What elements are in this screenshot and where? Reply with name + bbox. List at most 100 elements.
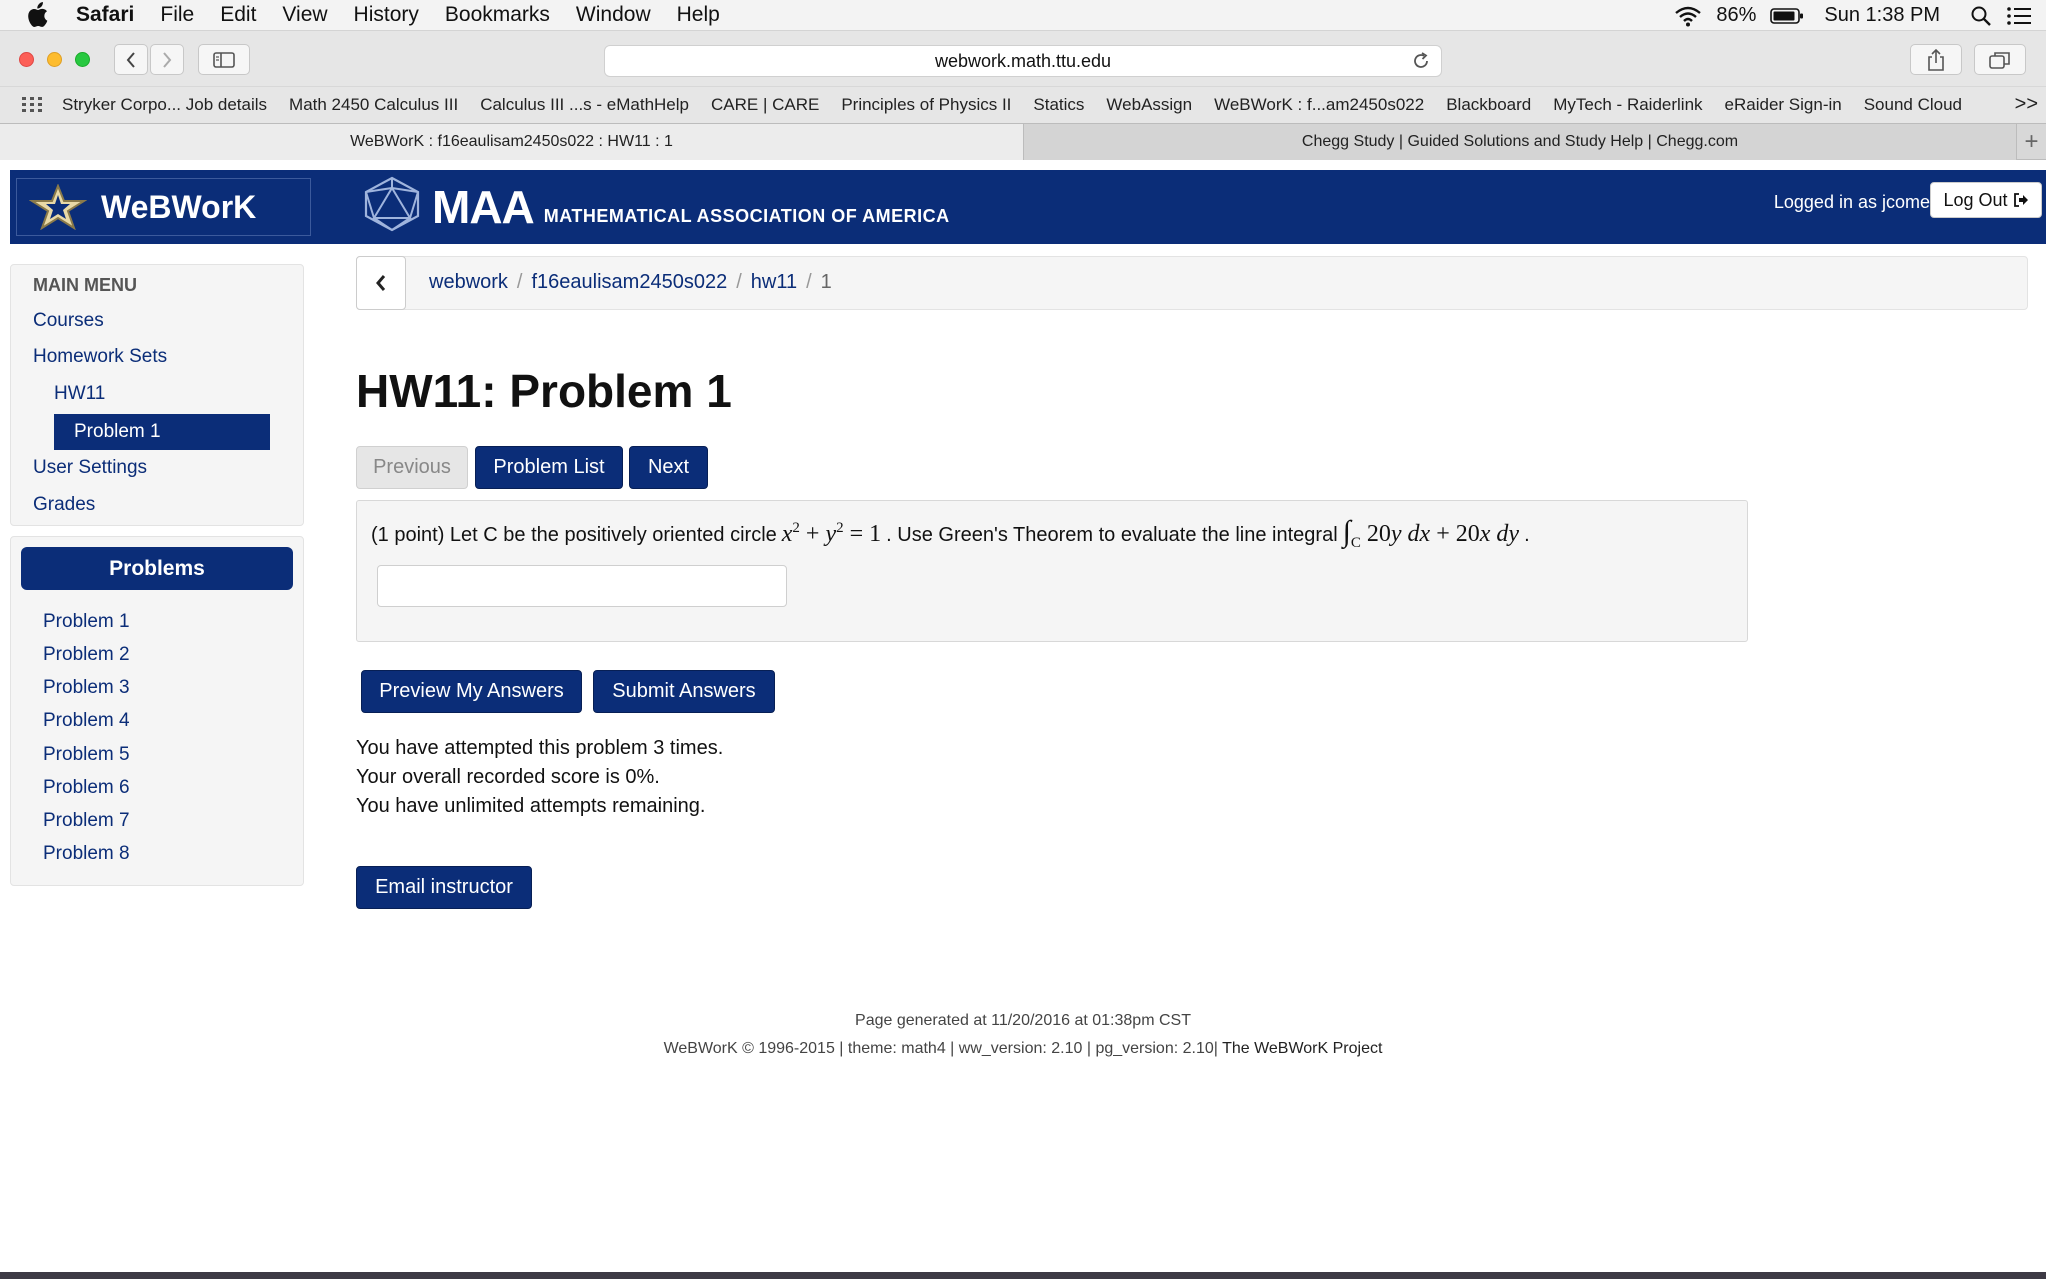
back-button[interactable]: [114, 44, 148, 75]
breadcrumb-separator: /: [806, 271, 812, 293]
webwork-logo-text: WeBWorK: [101, 188, 257, 225]
menu-window[interactable]: Window: [576, 3, 651, 27]
bookmark-blackboard[interactable]: Blackboard: [1446, 95, 1531, 115]
problem-link-5[interactable]: Problem 5: [43, 744, 130, 766]
sidebar-item-user-settings[interactable]: User Settings: [33, 457, 147, 479]
new-tab-plus-icon[interactable]: +: [2016, 124, 2046, 159]
problem-link-4[interactable]: Problem 4: [43, 710, 130, 732]
address-bar[interactable]: webwork.math.ttu.edu: [604, 45, 1442, 77]
recorded-score: Your overall recorded score is 0%.: [356, 766, 660, 788]
share-icon: [1928, 48, 1944, 71]
breadcrumb-separator: /: [516, 271, 523, 293]
bookmark-mytech[interactable]: MyTech - Raiderlink: [1553, 95, 1702, 115]
webwork-star-icon: [29, 184, 87, 230]
breadcrumb: webwork / f16eaulisam2450s022 / hw11 / 1: [356, 256, 2028, 310]
breadcrumb-webwork[interactable]: webwork: [429, 271, 508, 294]
bookmark-math-2450[interactable]: Math 2450 Calculus III: [289, 95, 458, 115]
sidebar-item-grades[interactable]: Grades: [33, 494, 95, 516]
more-bookmarks-chevron-icon[interactable]: >>: [2015, 93, 2038, 116]
webwork-project-link[interactable]: The WeBWorK Project: [1222, 1040, 1382, 1057]
breadcrumb-back-button[interactable]: [356, 256, 406, 310]
problem-link-8[interactable]: Problem 8: [43, 843, 130, 865]
webwork-logo-link[interactable]: WeBWorK: [16, 178, 311, 236]
main-menu-panel: MAIN MENU Courses Homework Sets HW11 Pro…: [10, 264, 304, 526]
chevron-left-icon: [376, 275, 386, 291]
problem-link-3[interactable]: Problem 3: [43, 677, 130, 699]
menu-edit[interactable]: Edit: [220, 3, 256, 27]
previous-button[interactable]: Previous: [356, 446, 468, 489]
breadcrumb-set[interactable]: hw11: [751, 271, 797, 294]
sidebar-item-problem-1[interactable]: Problem 1: [54, 414, 270, 450]
problem-statement: (1 point) Let C be the positively orient…: [356, 500, 1748, 642]
sidebar-icon: [213, 51, 235, 68]
email-instructor-button[interactable]: Email instructor: [356, 866, 532, 909]
log-out-button[interactable]: Log Out: [1930, 182, 2042, 218]
footer-meta: WeBWorK © 1996-2015 | theme: math4 | ww_…: [0, 1040, 2046, 1058]
screen: Safari File Edit View History Bookmarks …: [0, 0, 2046, 1279]
problem-link-7[interactable]: Problem 7: [43, 810, 130, 832]
tabs-overview-icon: [1989, 51, 2010, 69]
url-text: webwork.math.ttu.edu: [934, 50, 1112, 71]
problem-link-2[interactable]: Problem 2: [43, 644, 130, 666]
sidebar-item-hw11[interactable]: HW11: [54, 383, 105, 405]
show-all-tabs-button[interactable]: [1974, 44, 2026, 75]
bookmark-statics[interactable]: Statics: [1033, 95, 1084, 115]
bookmark-webassign[interactable]: WebAssign: [1106, 95, 1192, 115]
bookmark-stryker[interactable]: Stryker Corpo... Job details: [62, 95, 267, 115]
menu-bar: Safari File Edit View History Bookmarks …: [0, 0, 2046, 31]
zoom-window-button[interactable]: [75, 52, 90, 67]
footer-generated: Page generated at 11/20/2016 at 01:38pm …: [855, 1012, 1191, 1029]
attempts-summary: You have attempted this problem 3 times.…: [356, 734, 723, 821]
problem-middle: . Use Green's Theorem to evaluate the li…: [886, 524, 1338, 546]
problem-link-6[interactable]: Problem 6: [43, 777, 130, 799]
notification-center-icon[interactable]: [2006, 6, 2032, 26]
sidebar-item-courses[interactable]: Courses: [33, 310, 104, 332]
battery-percent: 86%: [1716, 4, 1757, 26]
bookmark-emathhelp[interactable]: Calculus III ...s - eMathHelp: [480, 95, 689, 115]
bookmark-care[interactable]: CARE | CARE: [711, 95, 819, 115]
sidebar-toggle-button[interactable]: [198, 44, 250, 75]
submit-answers-button[interactable]: Submit Answers: [593, 670, 775, 713]
answer-input[interactable]: [377, 565, 787, 607]
battery-icon[interactable]: [1770, 7, 1804, 25]
menu-view[interactable]: View: [282, 3, 327, 27]
forward-button[interactable]: [150, 44, 184, 75]
next-button[interactable]: Next: [629, 446, 708, 489]
bookmark-eraider[interactable]: eRaider Sign-in: [1725, 95, 1842, 115]
footer-version-info: WeBWorK © 1996-2015 | theme: math4 | ww_…: [663, 1040, 1218, 1057]
tab-webwork[interactable]: WeBWorK : f16eaulisam2450s022 : HW11 : 1: [0, 124, 1024, 160]
chevron-right-icon: [163, 51, 172, 68]
spotlight-search-icon[interactable]: [1970, 5, 1992, 27]
breadcrumb-course[interactable]: f16eaulisam2450s022: [531, 271, 727, 294]
sidebar-item-homework-sets[interactable]: Homework Sets: [33, 346, 167, 368]
problem-link-1[interactable]: Problem 1: [43, 611, 130, 633]
attempt-count: You have attempted this problem 3 times.: [356, 737, 724, 759]
tab-chegg[interactable]: Chegg Study | Guided Solutions and Study…: [1024, 124, 2016, 160]
problem-intro: (1 point) Let C be the positively orient…: [371, 524, 777, 546]
menu-bookmarks[interactable]: Bookmarks: [445, 3, 550, 27]
maa-logo[interactable]: MAA MATHEMATICAL ASSOCIATION OF AMERICA: [362, 176, 950, 237]
menu-help[interactable]: Help: [677, 3, 720, 27]
close-window-button[interactable]: [19, 52, 34, 67]
menu-app-safari[interactable]: Safari: [76, 3, 134, 27]
bookmark-webwork[interactable]: WeBWorK : f...am2450s022: [1214, 95, 1424, 115]
share-button[interactable]: [1910, 44, 1962, 75]
chevron-left-icon: [126, 51, 135, 68]
problem-list-button[interactable]: Problem List: [475, 446, 623, 489]
line-integral-expression: ∫C 20y dx + 20x dy: [1342, 515, 1520, 551]
bookmark-physics[interactable]: Principles of Physics II: [841, 95, 1011, 115]
clock[interactable]: Sun 1:38 PM: [1824, 4, 1940, 27]
wifi-icon[interactable]: [1674, 5, 1702, 27]
status-area: 86% Sun 1:38 PM: [1674, 0, 2046, 31]
menu-file[interactable]: File: [160, 3, 194, 27]
menu-history[interactable]: History: [354, 3, 419, 27]
sign-out-icon: [2013, 193, 2029, 207]
problem-end: .: [1524, 524, 1530, 546]
reload-icon[interactable]: [1411, 51, 1431, 76]
top-sites-grid-icon[interactable]: [22, 97, 42, 113]
browser-toolbar: webwork.math.ttu.edu: [0, 31, 2046, 86]
bookmark-soundcloud[interactable]: Sound Cloud: [1864, 95, 1962, 115]
minimize-window-button[interactable]: [47, 52, 62, 67]
preview-answers-button[interactable]: Preview My Answers: [361, 670, 582, 713]
apple-icon[interactable]: [26, 2, 54, 28]
